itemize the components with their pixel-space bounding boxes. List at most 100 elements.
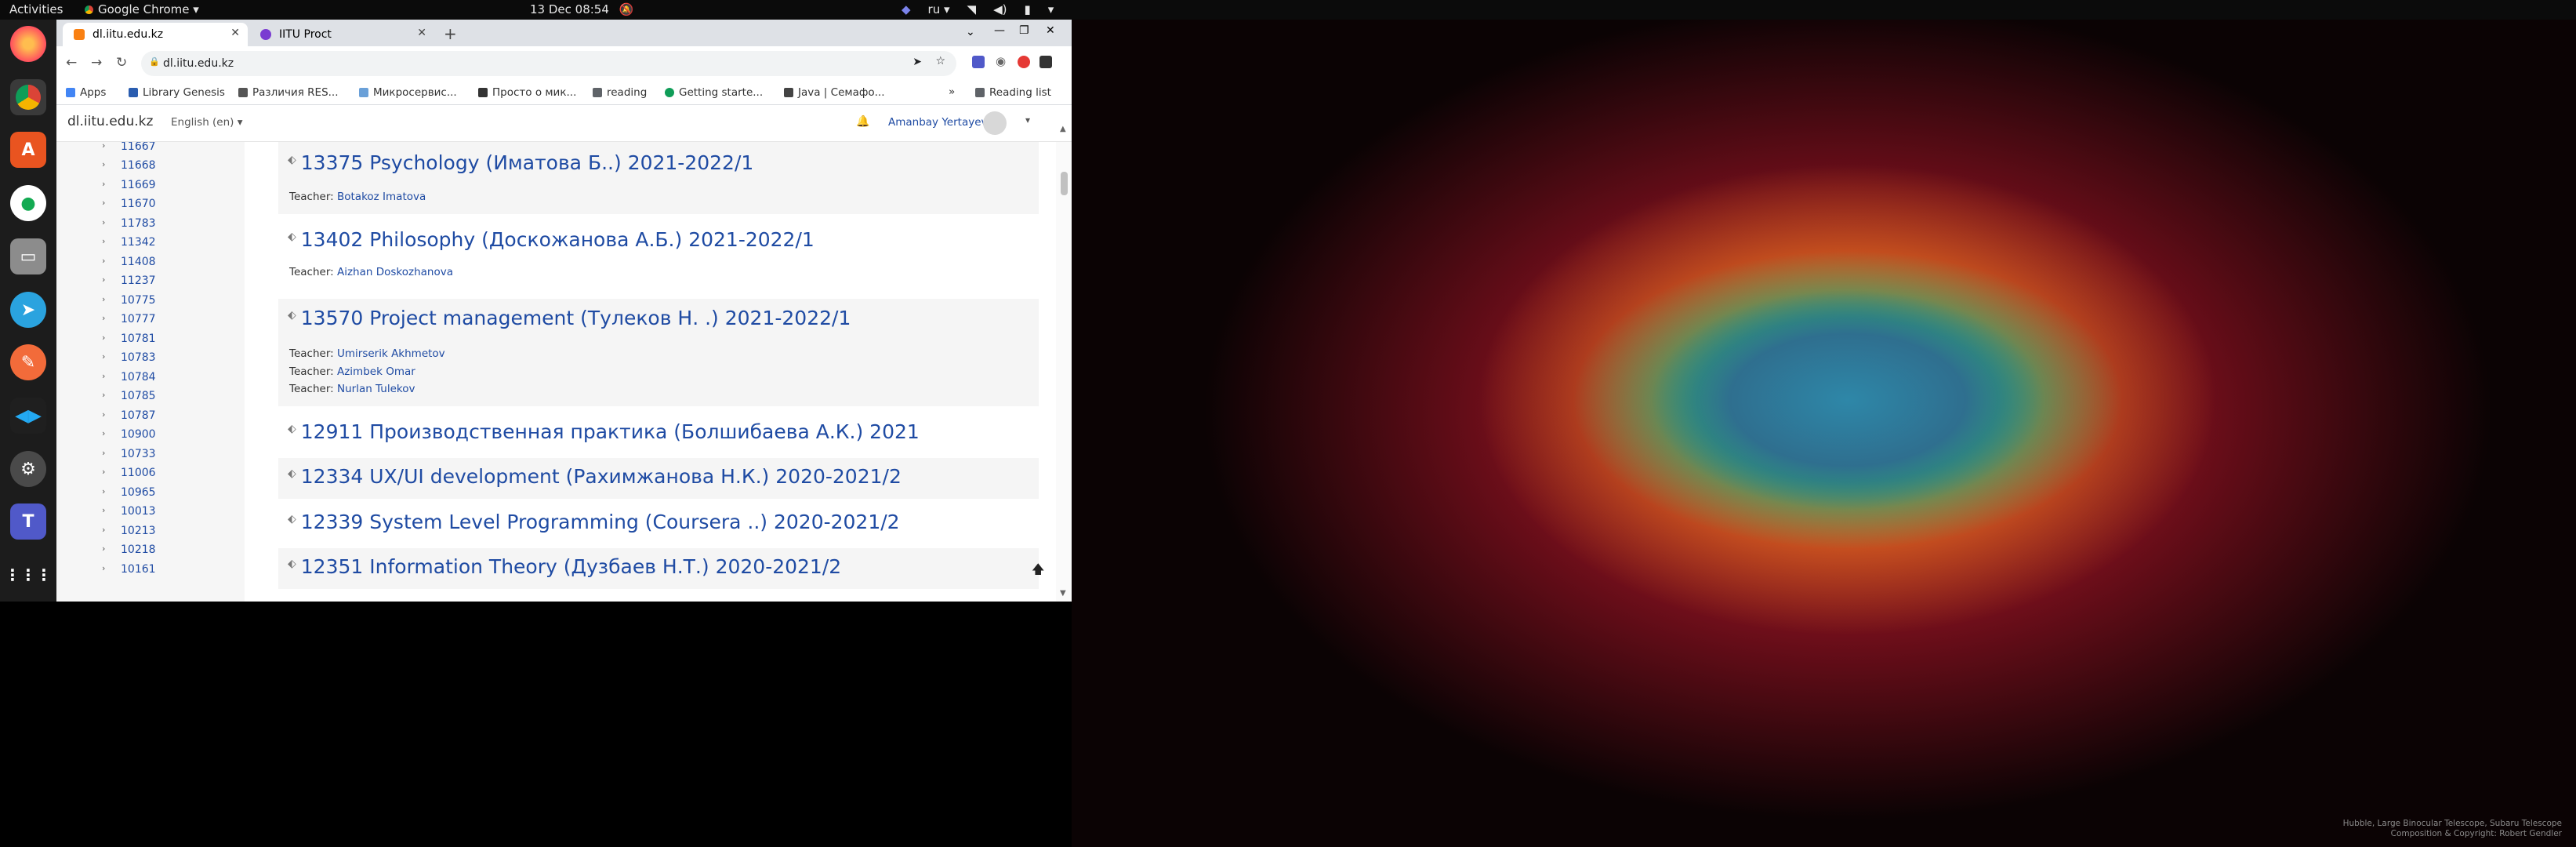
tree-item[interactable]: › 10965	[56, 483, 245, 503]
tree-item[interactable]: › 11668	[56, 156, 245, 176]
address-bar[interactable]: 🔒 dl.iitu.edu.kz ➤ ☆	[141, 51, 956, 76]
tree-item[interactable]: › 11669	[56, 176, 245, 196]
firefox-icon[interactable]	[10, 26, 46, 62]
course-title-link[interactable]: ⬖ 12351 Information Theory (Дузбаев Н.Т.)…	[288, 555, 841, 578]
system-menu-chevron-icon[interactable]: ▾	[1048, 2, 1054, 16]
tree-item[interactable]: › 11670	[56, 194, 245, 215]
tab-dl-iitu[interactable]: dl.iitu.edu.kz ✕	[63, 23, 248, 46]
extension-shield-icon[interactable]	[1039, 56, 1052, 68]
browser-toolbar: ← → ↻ 🔒 dl.iitu.edu.kz ➤ ☆ ◉	[56, 46, 1072, 81]
tree-item[interactable]: › 10161	[56, 560, 245, 580]
bookmark-getting-started[interactable]: Getting starte...	[665, 86, 763, 99]
notifications-bell-icon[interactable]: 🔔	[856, 115, 869, 128]
tree-item[interactable]: › 10733	[56, 445, 245, 465]
battery-icon[interactable]: ▮	[1024, 2, 1030, 16]
bookmark-label: Library Genesis	[143, 86, 225, 99]
course-title-link[interactable]: ⬖ 13402 Philosophy (Доскожанова А.Б.) 202…	[288, 228, 815, 251]
settings-icon[interactable]: ⚙	[10, 451, 46, 487]
close-tab-icon[interactable]: ✕	[230, 27, 240, 39]
course-title-link[interactable]: ⬖ 12339 System Level Programming (Courser…	[288, 511, 900, 533]
tree-item[interactable]: › 10013	[56, 502, 245, 522]
extension-camera-icon[interactable]: ◉	[996, 54, 1006, 68]
bookmark-apps[interactable]: Apps	[66, 86, 106, 99]
telegram-icon[interactable]: ➤	[10, 292, 46, 328]
show-apps-icon[interactable]: ⋮⋮⋮	[5, 557, 52, 593]
course-title-link[interactable]: ⬖ 13375 Psychology (Иматова Б..) 2021-202…	[288, 151, 753, 174]
tree-item[interactable]: › 11408	[56, 253, 245, 273]
tree-item[interactable]: › 11783	[56, 214, 245, 234]
more-bookmarks-chevron-icon[interactable]: »	[949, 85, 955, 98]
clock[interactable]: 13 Dec 08:54 🔕	[530, 2, 633, 16]
bookmark-folder-reading[interactable]: reading	[593, 86, 647, 99]
tree-item[interactable]: › 10213	[56, 522, 245, 542]
course-title-link[interactable]: ⬖ 13570 Project management (Тулеков Н. .)…	[288, 307, 851, 329]
vscode-icon[interactable]: ◀▶	[10, 398, 46, 434]
tree-item[interactable]: › 10783	[56, 348, 245, 369]
avatar[interactable]	[983, 111, 1007, 135]
teacher-link[interactable]: Umirserik Akhmetov	[337, 347, 445, 360]
volume-icon[interactable]: ◀)	[993, 2, 1007, 16]
maximize-button[interactable]: ❐	[1019, 24, 1029, 37]
postman-icon[interactable]: ✎	[10, 344, 46, 380]
software-center-icon[interactable]: A	[10, 132, 46, 168]
tab-iitu-proct[interactable]: IITU Proct ✕	[249, 23, 434, 46]
scroll-down-arrow-icon[interactable]: ▼	[1060, 589, 1066, 598]
teams-tray-icon[interactable]: ◆	[902, 2, 911, 16]
reading-list-button[interactable]: Reading list	[975, 86, 1051, 99]
tree-item[interactable]: › 10218	[56, 540, 245, 561]
tree-item[interactable]: › 11667	[56, 142, 245, 158]
forward-button[interactable]: →	[91, 55, 102, 71]
keyboard-language[interactable]: ru ▾	[928, 2, 950, 16]
course-title-link[interactable]: ⬖ 12911 Производственная практика (Болшиб…	[288, 420, 920, 443]
tree-item[interactable]: › 10781	[56, 329, 245, 350]
system-tray[interactable]: ◆ ru ▾ ◥ ◀) ▮ ▾	[902, 2, 1054, 16]
tree-item[interactable]: › 11342	[56, 233, 245, 253]
back-to-top-arrow-icon[interactable]: 🡅	[1032, 561, 1044, 582]
tree-item[interactable]: › 10785	[56, 387, 245, 407]
extension-adblock-icon[interactable]	[1018, 56, 1030, 68]
scroll-thumb[interactable]	[1061, 172, 1068, 195]
teacher-link[interactable]: Aizhan Doskozhanova	[337, 266, 453, 278]
tree-item[interactable]: › 10900	[56, 425, 245, 445]
language-menu[interactable]: English (en) ▾	[171, 116, 243, 129]
files-icon[interactable]: ▭	[10, 238, 46, 274]
site-brand[interactable]: dl.iitu.edu.kz	[67, 114, 153, 129]
user-name[interactable]: Amanbay Yertayev	[888, 116, 988, 129]
tree-item[interactable]: › 10775	[56, 291, 245, 311]
mongodb-compass-icon[interactable]: ●	[10, 185, 46, 221]
bookmark-microservices-2[interactable]: Просто о мик...	[478, 86, 576, 99]
tab-search-chevron-icon[interactable]: ⌄	[966, 26, 975, 38]
chevron-right-icon: ›	[102, 486, 106, 496]
scroll-up-arrow-icon[interactable]: ▲	[1060, 125, 1066, 133]
reload-button[interactable]: ↻	[116, 55, 127, 71]
send-icon[interactable]: ➤	[912, 56, 922, 68]
activities-button[interactable]: Activities	[9, 2, 63, 16]
page-scrollbar[interactable]: ▲ ▼	[1056, 125, 1072, 602]
tree-item[interactable]: › 10777	[56, 310, 245, 330]
app-menu[interactable]: Google Chrome ▾	[85, 2, 199, 16]
close-tab-icon[interactable]: ✕	[417, 27, 426, 39]
bookmark-java-semaphore[interactable]: Java | Семафо...	[784, 86, 885, 99]
teacher-link[interactable]: Botakoz Imatova	[337, 191, 426, 203]
minimize-button[interactable]: —	[994, 24, 1005, 37]
tree-item[interactable]: › 11006	[56, 463, 245, 484]
tree-item[interactable]: › 10784	[56, 368, 245, 388]
back-button[interactable]: ←	[66, 55, 77, 71]
tree-item[interactable]: › 10787	[56, 406, 245, 427]
course-title-link[interactable]: ⬖ 12334 UX/UI development (Рахимжанова Н.…	[288, 465, 902, 488]
bookmark-rest[interactable]: Различия RES...	[238, 86, 339, 99]
teacher-link[interactable]: Nurlan Tulekov	[337, 383, 415, 395]
tree-item[interactable]: › 11237	[56, 271, 245, 292]
teacher-link[interactable]: Azimbek Omar	[337, 365, 415, 378]
bookmark-library-genesis[interactable]: Library Genesis	[129, 86, 225, 99]
close-window-button[interactable]: ✕	[1046, 24, 1055, 37]
wifi-icon[interactable]: ◥	[967, 2, 977, 16]
course-icon: ⬖	[288, 513, 296, 525]
teams-icon[interactable]: T	[10, 503, 46, 540]
user-menu-chevron-icon[interactable]: ▾	[1025, 115, 1030, 125]
chrome-icon[interactable]	[10, 79, 46, 115]
extension-teams-icon[interactable]	[972, 56, 985, 68]
bookmark-star-icon[interactable]: ☆	[935, 55, 945, 67]
bookmark-microservices-1[interactable]: Микросервис...	[359, 86, 457, 99]
new-tab-button[interactable]: +	[444, 24, 457, 43]
